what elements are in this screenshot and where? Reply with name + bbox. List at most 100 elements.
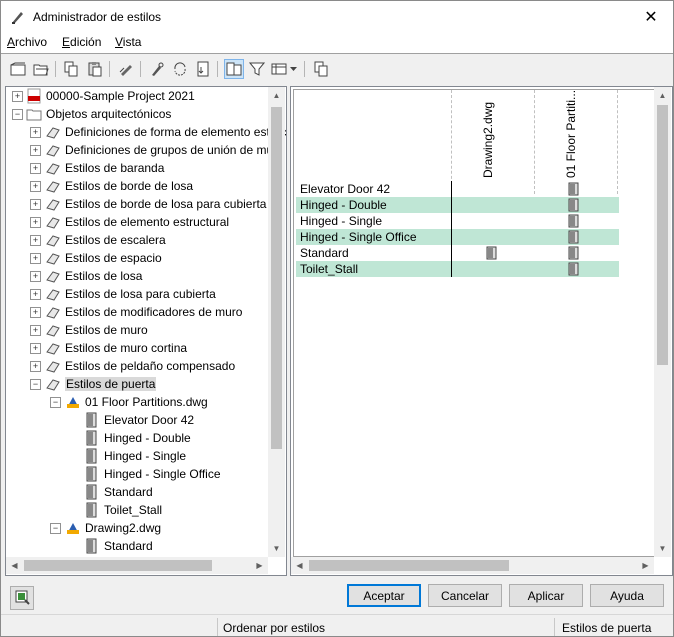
grid-row[interactable]: Toilet_Stall: [296, 261, 619, 277]
tree-item-drawing2[interactable]: − Drawing2.dwg: [50, 519, 161, 537]
scroll-thumb[interactable]: [309, 560, 509, 571]
grid-row[interactable]: Hinged - Single: [296, 213, 619, 229]
tree-item-category[interactable]: + Definiciones de grupos de unión de muro: [30, 141, 284, 159]
tree-vertical-scrollbar[interactable]: ▲ ▼: [268, 87, 285, 557]
style-grid-pane: Drawing2.dwg 01 Floor Partiti... Elevato…: [290, 86, 673, 576]
scroll-thumb[interactable]: [271, 107, 282, 449]
expand-icon[interactable]: +: [30, 198, 41, 210]
menu-edicion[interactable]: Edición: [62, 35, 101, 49]
drawing-preview-button[interactable]: [10, 586, 34, 610]
tree-item-category[interactable]: + Estilos de peldaño compensado: [30, 357, 235, 375]
door-style-icon: [84, 448, 100, 464]
scroll-right-icon[interactable]: ▶: [251, 557, 268, 574]
expand-icon[interactable]: +: [30, 216, 41, 228]
scroll-left-icon[interactable]: ◀: [291, 557, 308, 574]
filter-icon[interactable]: [247, 59, 267, 79]
tree-item-root[interactable]: − Objetos arquitectónicos: [12, 105, 171, 123]
menu-archivo[interactable]: Archivo: [7, 35, 47, 49]
tree-item-project[interactable]: + 00000-Sample Project 2021: [12, 87, 195, 105]
copy-icon[interactable]: [61, 59, 81, 79]
collapse-icon[interactable]: −: [12, 108, 23, 120]
collapse-icon[interactable]: −: [30, 378, 41, 390]
close-button[interactable]: ✕: [629, 1, 673, 33]
expand-icon[interactable]: +: [30, 342, 41, 354]
tree-item-category[interactable]: + Estilos de borde de losa para cubierta: [30, 195, 266, 213]
grid-row[interactable]: Elevator Door 42: [296, 181, 619, 197]
tree-item-category[interactable]: + Estilos de muro: [30, 321, 148, 339]
scroll-up-icon[interactable]: ▲: [268, 87, 285, 104]
synchronize-icon[interactable]: [170, 59, 190, 79]
scroll-right-icon[interactable]: ▶: [637, 557, 654, 574]
expand-icon[interactable]: +: [30, 288, 41, 300]
help-button[interactable]: Ayuda: [590, 584, 664, 607]
scroll-up-icon[interactable]: ▲: [654, 87, 671, 104]
grid-horizontal-scrollbar[interactable]: ◀ ▶: [291, 557, 654, 574]
scroll-thumb[interactable]: [657, 105, 668, 365]
column-header-drawing2[interactable]: Drawing2.dwg: [481, 96, 495, 178]
purge-styles-icon[interactable]: [147, 59, 167, 79]
tree-item-category[interactable]: + Estilos de losa: [30, 267, 142, 285]
expand-icon[interactable]: +: [30, 234, 41, 246]
paste-icon[interactable]: [85, 59, 105, 79]
chevron-down-icon[interactable]: [288, 59, 298, 79]
tree-item-category[interactable]: + Estilos de elemento estructural: [30, 213, 229, 231]
new-drawing-icon[interactable]: [8, 59, 28, 79]
tree-item-style[interactable]: Standard: [84, 483, 153, 501]
tree-item-category[interactable]: + Estilos de losa para cubierta: [30, 285, 216, 303]
column-divider: [617, 90, 619, 194]
collapse-icon[interactable]: −: [50, 396, 61, 408]
tree-item-category[interactable]: + Estilos de baranda: [30, 159, 164, 177]
door-style-icon[interactable]: [568, 262, 580, 279]
column-header-floor-partitions[interactable]: 01 Floor Partiti...: [564, 90, 578, 178]
menu-vista[interactable]: Vista: [115, 35, 141, 49]
tree-item-category[interactable]: + Estilos de escalera: [30, 231, 166, 249]
roof-slab-edge-icon: [45, 196, 61, 212]
ok-button[interactable]: Aceptar: [347, 584, 421, 607]
grid-vertical-scrollbar[interactable]: ▲ ▼: [654, 87, 671, 557]
grid-row[interactable]: Hinged - Single Office: [296, 229, 619, 245]
tree-item-category[interactable]: + Estilos de borde de losa: [30, 177, 193, 195]
table-view-icon[interactable]: [270, 59, 290, 79]
tree-item-style[interactable]: Elevator Door 42: [84, 411, 194, 429]
expand-icon[interactable]: +: [30, 180, 41, 192]
expand-icon[interactable]: +: [30, 126, 41, 138]
collapse-icon[interactable]: −: [50, 522, 61, 534]
expand-icon[interactable]: +: [30, 252, 41, 264]
tree-item-style[interactable]: Hinged - Single Office: [84, 465, 221, 483]
status-divider: [554, 618, 555, 636]
scroll-left-icon[interactable]: ◀: [6, 557, 23, 574]
scroll-thumb[interactable]: [24, 560, 212, 571]
tree-item-drawing1[interactable]: − 01 Floor Partitions.dwg: [50, 393, 208, 411]
tree-item-category[interactable]: − Estilos de puerta: [30, 375, 157, 393]
expand-icon[interactable]: +: [30, 306, 41, 318]
drawing-sort-icon[interactable]: [311, 59, 331, 79]
cancel-button[interactable]: Cancelar: [428, 584, 502, 607]
tree-item-category[interactable]: + Estilos de espacio: [30, 249, 162, 267]
scroll-down-icon[interactable]: ▼: [654, 540, 671, 557]
grid-row[interactable]: Standard: [296, 245, 619, 261]
style-grid[interactable]: Drawing2.dwg 01 Floor Partiti... Elevato…: [293, 89, 655, 557]
expand-icon[interactable]: +: [30, 270, 41, 282]
expand-icon[interactable]: +: [30, 162, 41, 174]
open-drawing-icon[interactable]: [31, 59, 51, 79]
grid-row-label: Hinged - Double: [300, 198, 387, 212]
tree-item-category[interactable]: + Definiciones de forma de elemento estru…: [30, 123, 286, 141]
tree-item-style[interactable]: Hinged - Single: [84, 447, 186, 465]
expand-icon[interactable]: +: [30, 324, 41, 336]
tree-item-style[interactable]: Standard: [84, 537, 153, 555]
tree-item-style[interactable]: Toilet_Stall: [84, 501, 162, 519]
tree-item-style[interactable]: Hinged - Double: [84, 429, 191, 447]
expand-icon[interactable]: +: [12, 90, 23, 102]
tree-item-category[interactable]: + Estilos de modificadores de muro: [30, 303, 242, 321]
apply-button[interactable]: Aplicar: [509, 584, 583, 607]
toggle-view-icon[interactable]: [224, 59, 244, 79]
tree-horizontal-scrollbar[interactable]: ◀ ▶: [6, 557, 268, 574]
expand-icon[interactable]: +: [30, 360, 41, 372]
edit-style-icon[interactable]: [116, 59, 136, 79]
set-from-icon[interactable]: [193, 59, 213, 79]
scroll-down-icon[interactable]: ▼: [268, 540, 285, 557]
tree-item-category[interactable]: + Estilos de muro cortina: [30, 339, 187, 357]
style-tree[interactable]: + 00000-Sample Project 2021 − Objetos ar…: [5, 86, 287, 576]
grid-row[interactable]: Hinged - Double: [296, 197, 619, 213]
expand-icon[interactable]: +: [30, 144, 41, 156]
